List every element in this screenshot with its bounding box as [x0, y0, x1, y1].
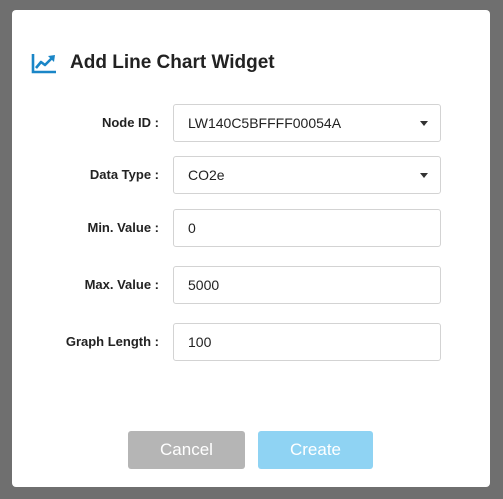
- min-value-row: Min. Value : 0: [12, 209, 490, 247]
- max-value-row: Max. Value : 5000: [12, 266, 490, 304]
- data-type-select[interactable]: CO2e: [173, 156, 441, 194]
- graph-length-input[interactable]: 100: [173, 323, 441, 361]
- min-value-label: Min. Value :: [87, 220, 159, 235]
- min-value-input[interactable]: 0: [173, 209, 441, 247]
- max-value-label: Max. Value :: [84, 277, 159, 292]
- graph-length-row: Graph Length : 100: [12, 323, 490, 361]
- data-type-row: Data Type : CO2e: [12, 156, 490, 194]
- node-id-select[interactable]: LW140C5BFFFF00054A: [173, 104, 441, 142]
- create-button[interactable]: Create: [258, 431, 373, 469]
- dialog-title: Add Line Chart Widget: [70, 52, 275, 73]
- node-id-value: LW140C5BFFFF00054A: [188, 115, 342, 131]
- chevron-down-icon: [420, 173, 428, 178]
- graph-length-text: 100: [188, 334, 212, 350]
- chevron-down-icon: [420, 121, 428, 126]
- node-id-row: Node ID : LW140C5BFFFF00054A: [12, 104, 490, 142]
- data-type-value: CO2e: [188, 167, 225, 183]
- max-value-input[interactable]: 5000: [173, 266, 441, 304]
- max-value-text: 5000: [188, 277, 220, 293]
- data-type-label: Data Type :: [89, 167, 159, 182]
- graph-length-label: Graph Length :: [65, 334, 159, 349]
- line-chart-icon: [31, 54, 56, 74]
- min-value-text: 0: [188, 220, 196, 236]
- node-id-label: Node ID :: [101, 115, 159, 130]
- cancel-button[interactable]: Cancel: [128, 431, 245, 469]
- dialog-header: Add Line Chart Widget: [30, 48, 275, 78]
- add-widget-dialog: Add Line Chart Widget Node ID : LW140C5B…: [12, 10, 490, 487]
